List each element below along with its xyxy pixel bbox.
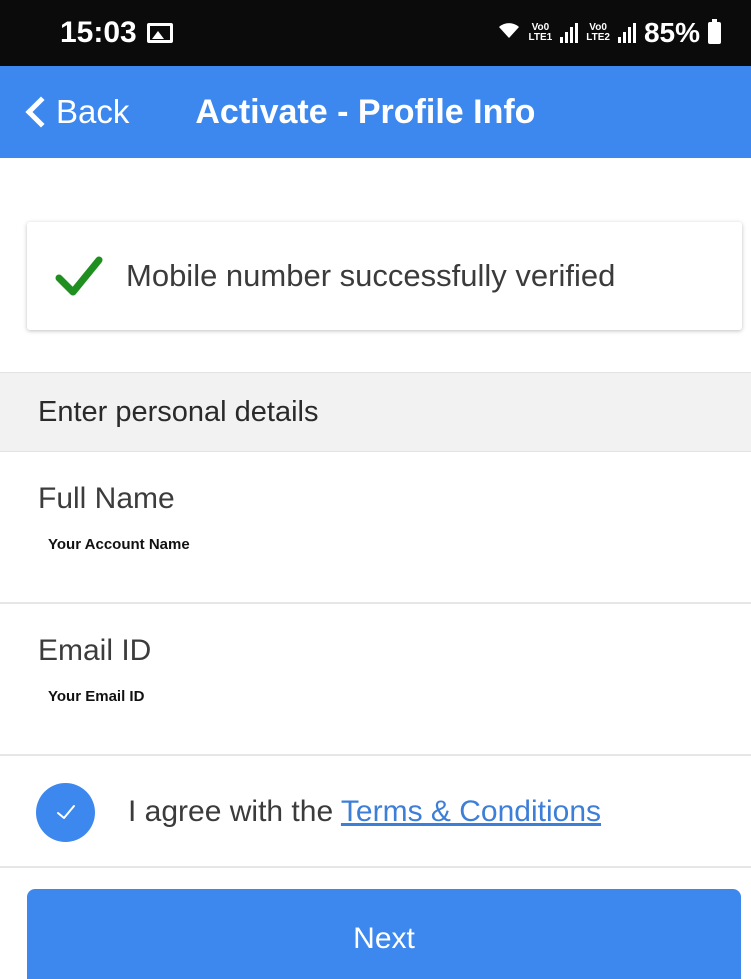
section-header: Enter personal details [0,372,751,452]
chevron-left-icon [25,96,57,128]
status-right: Vo0 LTE1 Vo0 LTE2 85% [497,17,721,49]
terms-agreement-text: I agree with the Terms & Conditions [128,795,601,829]
check-icon [55,256,103,296]
signal-icon [560,23,579,43]
battery-icon [708,19,721,44]
full-name-label: Full Name [38,482,175,515]
full-name-field[interactable]: Full Name Your Account Name [0,452,751,604]
full-name-value[interactable]: Your Account Name [48,536,751,553]
network-label-2: Vo0 LTE2 [586,23,610,43]
email-field[interactable]: Email ID Your Email ID [0,604,751,756]
verification-card: Mobile number successfully verified [27,222,742,330]
back-button[interactable]: Back [0,66,129,158]
status-left: 15:03 [60,16,173,50]
terms-link[interactable]: Terms & Conditions [341,795,601,828]
signal-icon [617,23,636,43]
nav-bar: Back Activate - Profile Info [0,66,751,158]
next-button[interactable]: Next [27,889,741,979]
network-label-1: Vo0 LTE1 [529,23,553,43]
page-title: Activate - Profile Info [195,92,536,131]
back-label: Back [56,93,130,130]
checkmark-icon [56,805,75,819]
status-bar: 15:03 Vo0 LTE1 Vo0 LTE2 85% [0,0,751,66]
status-time: 15:03 [60,16,137,49]
email-label: Email ID [38,634,152,667]
terms-checkbox[interactable] [36,782,95,842]
gallery-notification-icon [146,23,173,43]
network-lte2-label: LTE2 [586,32,610,43]
terms-agreement-prefix: I agree with the [128,795,334,828]
email-value[interactable]: Your Email ID [48,688,751,705]
battery-percent: 85% [643,17,700,48]
verification-message: Mobile number successfully verified [126,258,616,293]
terms-agreement-row: I agree with the Terms & Conditions [0,758,751,868]
wifi-icon [497,20,521,46]
network-lte1-label: LTE1 [528,32,553,43]
